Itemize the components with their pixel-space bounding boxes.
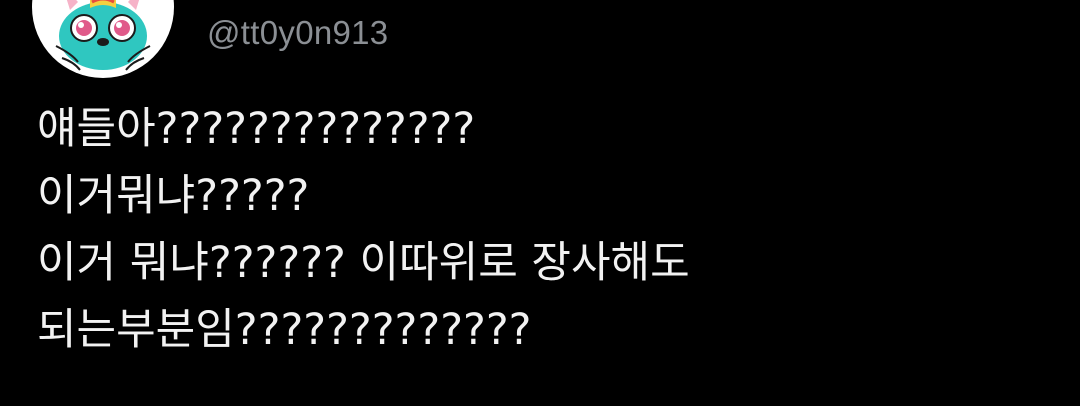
tweet-text-line: 이거 뭐냐?????? 이따위로 장사해도 <box>37 238 690 288</box>
tweet-text-line: 되는부분임????????????? <box>37 305 532 355</box>
tweet-header <box>32 0 174 78</box>
tweet-text: 얘들아?????????????? 이거뭐냐????? 이거 뭐냐?????? … <box>37 96 1047 364</box>
tweet-card: @tt0y0n913 얘들아?????????????? 이거뭐냐????? 이… <box>0 0 1080 406</box>
tweet-text-line: 얘들아?????????????? <box>37 104 476 154</box>
tweet-text-line: 이거뭐냐????? <box>37 171 310 221</box>
avatar[interactable] <box>32 0 174 78</box>
cartoon-cat-avatar-icon <box>55 0 151 71</box>
user-handle[interactable]: @tt0y0n913 <box>207 14 388 52</box>
